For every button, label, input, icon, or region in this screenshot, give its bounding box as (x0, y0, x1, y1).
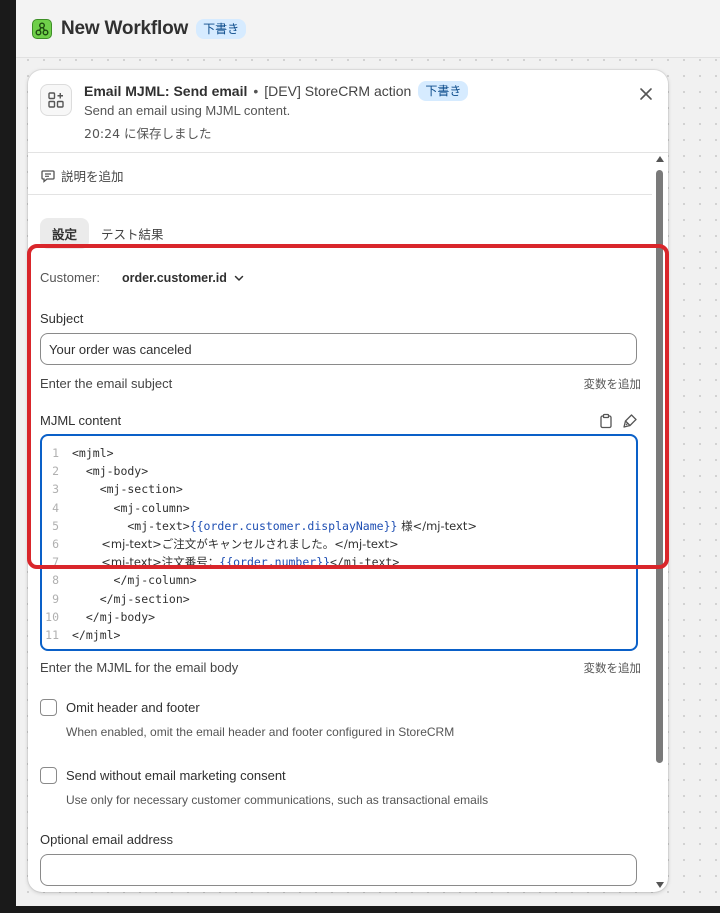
draft-badge: 下書き (196, 18, 247, 39)
comment-icon (41, 169, 55, 183)
code-line: 3 <mj-section> (52, 482, 183, 497)
scrollbar[interactable] (655, 154, 665, 890)
workflow-icon (32, 18, 52, 39)
scroll-down-icon[interactable] (656, 882, 664, 888)
action-name: Email MJML: Send email (84, 83, 248, 99)
without-consent-option[interactable]: Send without email marketing consent (40, 767, 286, 784)
separator-dot: • (253, 83, 259, 99)
mjml-help: Enter the MJML for the email body (40, 660, 239, 675)
code-line: 9 </mj-section> (52, 591, 190, 606)
code-line: 11 </mjml> (45, 627, 121, 642)
chevron-down-icon[interactable] (233, 272, 245, 284)
tab-test-results[interactable]: テスト結果 (89, 218, 176, 249)
action-source: [DEV] StoreCRM action (264, 83, 412, 99)
mjml-content-label: MJML content (40, 413, 122, 428)
optional-email-label: Optional email address (40, 832, 173, 847)
format-brush-icon[interactable] (622, 413, 638, 429)
app-grid-icon (40, 84, 72, 116)
action-panel: Email MJML: Send email • [DEV] StoreCRM … (28, 70, 668, 892)
add-description-label: 説明を追加 (61, 169, 124, 184)
customer-label: Customer: (40, 270, 100, 285)
tab-bar: 設定 テスト結果 (40, 218, 176, 249)
add-variable-button-subject[interactable]: 変数を追加 (584, 376, 642, 392)
omit-header-footer-help: When enabled, omit the email header and … (66, 725, 455, 739)
code-line: 10 </mj-body> (45, 609, 156, 624)
code-line: 1 <mjml> (52, 446, 114, 460)
code-line: 7 <mj-text>注文番号：{{order.number}}</mj-tex… (52, 555, 400, 570)
template-variable: {{order.customer.displayName}} (189, 518, 398, 533)
code-line: 2 <mj-body> (52, 464, 149, 479)
subject-help: Enter the email subject (40, 376, 173, 391)
clipboard-icon[interactable] (598, 413, 614, 429)
template-variable: {{order.number}} (219, 555, 331, 570)
panel-header: Email MJML: Send email • [DEV] StoreCRM … (28, 70, 668, 153)
subject-label: Subject (40, 311, 84, 326)
scrollbar-thumb[interactable] (656, 170, 663, 763)
action-description: Send an email using MJML content. (84, 103, 291, 118)
omit-header-footer-label[interactable]: Omit header and footer (66, 700, 200, 715)
customer-selector[interactable]: Customer: order.customer.id (40, 270, 245, 285)
mjml-code-editor[interactable]: 1 <mjml> 2 <mj-body> 3 <mj-section> 4 <mj… (40, 434, 638, 651)
code-line: 8 </mj-column> (52, 573, 197, 588)
omit-header-footer-checkbox[interactable] (40, 699, 57, 716)
customer-value[interactable]: order.customer.id (122, 271, 227, 285)
saved-status: 20:24 に保存しました (84, 126, 212, 141)
without-consent-help: Use only for necessary customer communic… (66, 793, 489, 807)
subject-input[interactable] (40, 333, 637, 365)
code-line: 6 <mj-text>ご注文がキャンセルされました。</mj-text> (52, 536, 399, 551)
without-consent-label[interactable]: Send without email marketing consent (66, 768, 286, 783)
draft-badge: 下書き (418, 81, 469, 101)
workflow-editor: New Workflow 下書き Email MJML: Send email … (16, 0, 720, 906)
code-line: 4 <mj-column> (52, 500, 190, 515)
without-consent-checkbox[interactable] (40, 767, 57, 784)
optional-email-input[interactable] (40, 854, 637, 886)
code-line: 5 <mj-text>{{order.customer.displayName}… (52, 518, 477, 533)
add-description-button[interactable]: 説明を追加 (40, 166, 124, 185)
tab-settings[interactable]: 設定 (40, 218, 90, 249)
close-icon[interactable] (638, 86, 654, 102)
add-variable-button-mjml[interactable]: 変数を追加 (584, 660, 642, 676)
scroll-up-icon[interactable] (656, 156, 664, 162)
divider (28, 194, 652, 195)
top-bar: New Workflow 下書き (16, 0, 720, 58)
omit-header-footer-option[interactable]: Omit header and footer (40, 699, 200, 716)
workflow-title[interactable]: New Workflow (61, 18, 188, 40)
